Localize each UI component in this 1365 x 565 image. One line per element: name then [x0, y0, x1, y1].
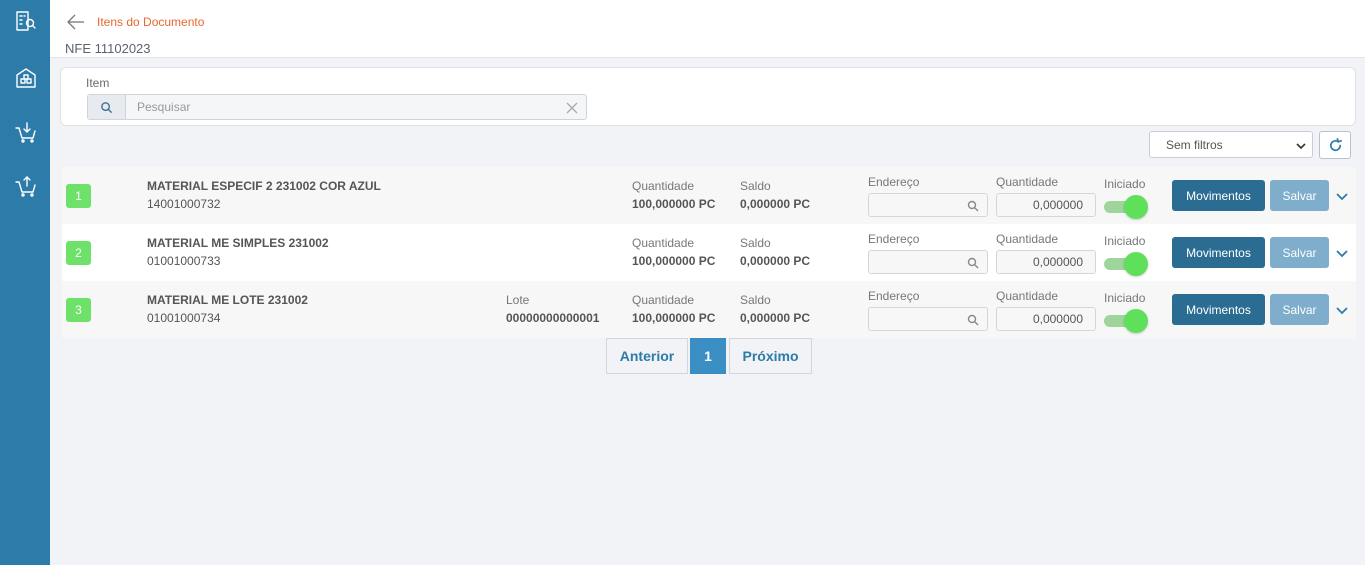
search-icon[interactable] — [88, 95, 126, 119]
item-code: 14001000732 — [147, 197, 221, 211]
chevron-down-icon[interactable] — [1336, 189, 1350, 203]
iniciado-label: Iniciado — [1104, 234, 1146, 248]
page-header: Itens do Documento NFE 11102023 — [50, 0, 1365, 58]
quantity-input-label: Quantidade — [996, 289, 1059, 303]
endereco-label: Endereço — [868, 232, 920, 246]
table-row: 3 MATERIAL ME LOTE 231002 01001000734 Lo… — [62, 281, 1356, 338]
cart-download-icon[interactable] — [13, 119, 39, 145]
search-input[interactable] — [127, 95, 557, 119]
search-box — [87, 94, 587, 120]
salvar-button[interactable]: Salvar — [1270, 237, 1329, 268]
quantity-input[interactable]: 0,000000 — [996, 250, 1096, 274]
pagination-next-button[interactable]: Próximo — [729, 338, 812, 374]
iniciado-toggle[interactable] — [1104, 195, 1148, 219]
item-code: 01001000734 — [147, 311, 221, 325]
search-icon — [967, 200, 979, 212]
quantity-label: Quantidade — [632, 179, 695, 193]
salvar-button[interactable]: Salvar — [1270, 294, 1329, 325]
quantity-input[interactable]: 0,000000 — [996, 193, 1096, 217]
endereco-input[interactable] — [868, 250, 988, 274]
filter-panel: Item — [60, 67, 1356, 126]
salvar-button[interactable]: Salvar — [1270, 180, 1329, 211]
endereco-input[interactable] — [868, 307, 988, 331]
quantity-value: 100,000000 PC — [632, 197, 716, 211]
quantity-value: 100,000000 PC — [632, 311, 716, 325]
saldo-value: 0,000000 PC — [740, 197, 811, 211]
filter-select[interactable]: Sem filtros — [1149, 131, 1313, 158]
back-arrow-icon[interactable] — [66, 12, 86, 32]
refresh-button[interactable] — [1319, 131, 1351, 159]
row-index-badge: 3 — [66, 298, 91, 322]
movimentos-button[interactable]: Movimentos — [1172, 180, 1265, 211]
refresh-icon — [1329, 137, 1342, 151]
quantity-input-label: Quantidade — [996, 232, 1059, 246]
iniciado-toggle[interactable] — [1104, 252, 1148, 276]
chevron-down-icon[interactable] — [1336, 303, 1350, 317]
iniciado-toggle[interactable] — [1104, 309, 1148, 333]
iniciado-label: Iniciado — [1104, 291, 1146, 305]
page-title: NFE 11102023 — [65, 41, 151, 56]
quantity-input[interactable]: 0,000000 — [996, 307, 1096, 331]
chevron-down-icon[interactable] — [1336, 246, 1350, 260]
item-name: MATERIAL ME LOTE 231002 — [147, 293, 308, 307]
filter-select-value: Sem filtros — [1166, 137, 1223, 152]
saldo-label: Saldo — [740, 236, 771, 250]
iniciado-label: Iniciado — [1104, 177, 1146, 191]
movimentos-button[interactable]: Movimentos — [1172, 237, 1265, 268]
endereco-input[interactable] — [868, 193, 988, 217]
endereco-label: Endereço — [868, 289, 920, 303]
cart-upload-icon[interactable] — [13, 173, 39, 199]
saldo-label: Saldo — [740, 293, 771, 307]
lote-value: 00000000000001 — [506, 311, 600, 325]
quantity-label: Quantidade — [632, 236, 695, 250]
saldo-label: Saldo — [740, 179, 771, 193]
breadcrumb[interactable]: Itens do Documento — [97, 15, 204, 29]
item-name: MATERIAL ME SIMPLES 231002 — [147, 236, 329, 250]
row-index-badge: 2 — [66, 241, 91, 265]
pagination-page-button[interactable]: 1 — [690, 338, 726, 374]
saldo-value: 0,000000 PC — [740, 311, 811, 325]
item-name: MATERIAL ESPECIF 2 231002 COR AZUL — [147, 179, 381, 193]
table-row: 2 MATERIAL ME SIMPLES 231002 01001000733… — [62, 224, 1356, 281]
pagination-prev-button[interactable]: Anterior — [606, 338, 688, 374]
search-icon — [967, 314, 979, 326]
quantity-input-label: Quantidade — [996, 175, 1059, 189]
item-code: 01001000733 — [147, 254, 221, 268]
endereco-label: Endereço — [868, 175, 920, 189]
chevron-down-icon — [1296, 140, 1306, 150]
item-filter-label: Item — [86, 76, 110, 90]
row-index-badge: 1 — [66, 184, 91, 208]
saldo-value: 0,000000 PC — [740, 254, 811, 268]
clear-icon[interactable] — [566, 101, 578, 114]
quantity-value: 100,000000 PC — [632, 254, 716, 268]
search-icon — [967, 257, 979, 269]
sidebar — [0, 0, 50, 565]
warehouse-icon[interactable] — [13, 65, 39, 91]
movimentos-button[interactable]: Movimentos — [1172, 294, 1265, 325]
table-row: 1 MATERIAL ESPECIF 2 231002 COR AZUL 140… — [62, 167, 1356, 224]
quantity-label: Quantidade — [632, 293, 695, 307]
lote-label: Lote — [506, 293, 530, 307]
building-search-icon[interactable] — [13, 8, 39, 34]
